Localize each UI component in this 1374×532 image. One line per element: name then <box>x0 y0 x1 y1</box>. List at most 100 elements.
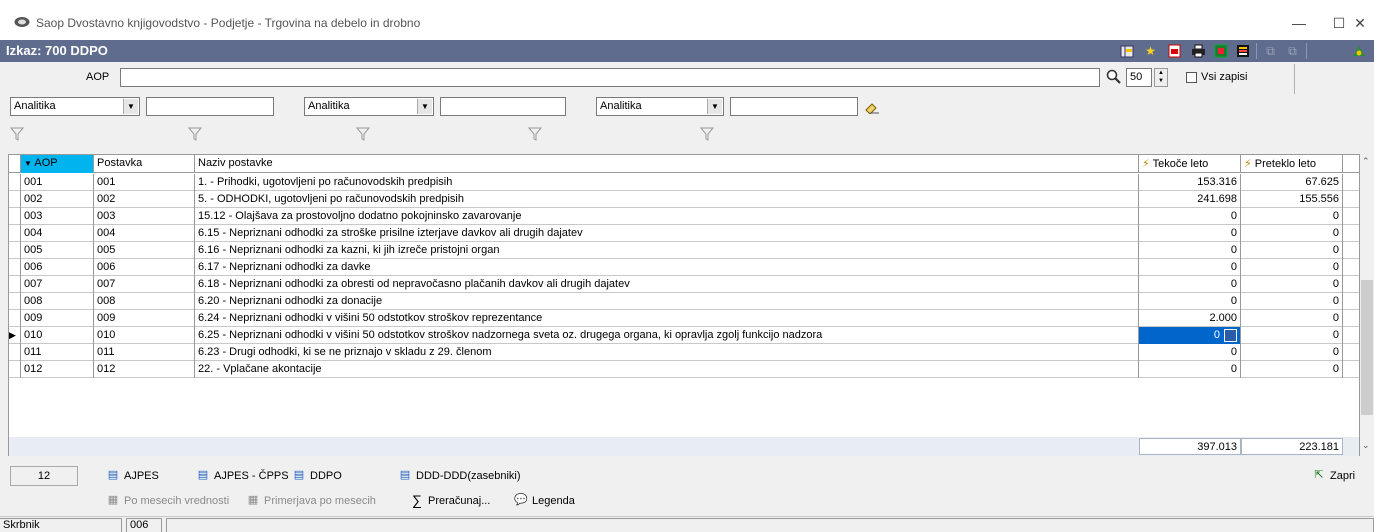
cell-tekoce-leto[interactable]: 0 <box>1139 344 1241 361</box>
cell-tekoce-leto[interactable]: 241.698 <box>1139 191 1241 208</box>
cell-aop[interactable]: 006 <box>21 259 94 276</box>
cell-aop[interactable]: 010 <box>21 327 94 344</box>
record-count-input[interactable]: 50 <box>1126 68 1152 87</box>
column-header-aop[interactable]: ▼ AOP <box>21 155 94 173</box>
po-mesecih-button[interactable]: ▦ Po mesecih vrednosti <box>106 494 229 507</box>
filter-funnel-icon[interactable] <box>528 127 542 141</box>
cell-naziv[interactable]: 6.23 - Drugi odhodki, ki se ne priznajo … <box>195 344 1139 361</box>
cell-postavka[interactable]: 011 <box>94 344 195 361</box>
scroll-up-icon[interactable]: ⌃ <box>1362 156 1370 167</box>
ddd-button[interactable]: ▤ DDD-DDD(zasebniki) <box>398 469 521 482</box>
columns-icon[interactable] <box>1118 43 1135 59</box>
table-row[interactable]: 009 009 6.24 - Nepriznani odhodki v višini… <box>9 310 1359 327</box>
count-spinner[interactable]: ▲ ▼ <box>1154 68 1168 87</box>
cell-naziv[interactable]: 6.17 - Nepriznani odhodki za davke <box>195 259 1139 276</box>
cell-postavka[interactable]: 008 <box>94 293 195 310</box>
cell-aop[interactable]: 002 <box>21 191 94 208</box>
cell-naziv[interactable]: 6.16 - Nepriznani odhodki za kazni, ki j… <box>195 242 1139 259</box>
column-header-naziv[interactable]: Naziv postavke <box>195 155 1139 173</box>
table-row[interactable]: 003 003 15.12 - Olajšava za prostovoljno d… <box>9 208 1359 225</box>
table-row[interactable]: ▶ 010 010 6.25 - Nepriznani odhodki v višin… <box>9 327 1359 344</box>
filter-combo-1[interactable]: Analitika ▼ <box>10 97 140 116</box>
table-row[interactable]: 007 007 6.18 - Nepriznani odhodki za obres… <box>9 276 1359 293</box>
cell-aop[interactable]: 003 <box>21 208 94 225</box>
cell-naziv[interactable]: 6.25 - Nepriznani odhodki v višini 50 od… <box>195 327 1139 344</box>
legenda-button[interactable]: 💬 Legenda <box>514 494 575 507</box>
cell-preteklo-leto[interactable]: 0 <box>1241 225 1343 242</box>
vertical-scrollbar[interactable]: ⌃ ⌄ <box>1360 154 1374 456</box>
close-window-button[interactable]: ✕ <box>1346 8 1374 38</box>
table-row[interactable]: 008 008 6.20 - Nepriznani odhodki za donac… <box>9 293 1359 310</box>
cell-preteklo-leto[interactable]: 0 <box>1241 327 1343 344</box>
favorite-star-icon[interactable]: ★ <box>1142 43 1159 59</box>
aop-search-input[interactable] <box>120 68 1100 87</box>
column-header-tekoce-leto[interactable]: ⚡ Tekoče leto <box>1139 155 1241 173</box>
cell-naziv[interactable]: 22. - Vplačane akontacije <box>195 361 1139 378</box>
cell-naziv[interactable]: 1. - Prihodki, ugotovljeni po računovods… <box>195 174 1139 191</box>
cell-aop[interactable]: 011 <box>21 344 94 361</box>
table-row[interactable]: 012 012 22. - Vplačane akontacije 0 0 <box>9 361 1359 378</box>
filter-funnel-icon[interactable] <box>700 127 714 141</box>
cell-tekoce-leto[interactable]: 0 <box>1139 361 1241 378</box>
cell-preteklo-leto[interactable]: 0 <box>1241 259 1343 276</box>
cell-postavka[interactable]: 003 <box>94 208 195 225</box>
cell-preteklo-leto[interactable]: 0 <box>1241 310 1343 327</box>
cell-postavka[interactable]: 006 <box>94 259 195 276</box>
cell-tekoce-leto[interactable]: 2.000 <box>1139 310 1241 327</box>
cell-preteklo-leto[interactable]: 0 <box>1241 361 1343 378</box>
cell-postavka[interactable]: 004 <box>94 225 195 242</box>
cell-postavka[interactable]: 009 <box>94 310 195 327</box>
cell-naziv[interactable]: 6.24 - Nepriznani odhodki v višini 50 od… <box>195 310 1139 327</box>
filter-combo-2[interactable]: Analitika ▼ <box>304 97 434 116</box>
cell-postavka[interactable]: 005 <box>94 242 195 259</box>
cell-preteklo-leto[interactable]: 0 <box>1241 208 1343 225</box>
cell-postavka[interactable]: 002 <box>94 191 195 208</box>
cell-naziv[interactable]: 6.15 - Nepriznani odhodki za stroške pri… <box>195 225 1139 242</box>
eraser-icon[interactable] <box>864 102 880 115</box>
cell-tekoce-leto[interactable]: 0 <box>1139 242 1241 259</box>
scroll-down-icon[interactable]: ⌄ <box>1362 440 1370 451</box>
filter-combo-3[interactable]: Analitika ▼ <box>596 97 724 116</box>
filter-funnel-icon[interactable] <box>188 127 202 141</box>
cell-preteklo-leto[interactable]: 0 <box>1241 242 1343 259</box>
exit-icon[interactable] <box>1350 43 1367 59</box>
table-row[interactable]: 004 004 6.15 - Nepriznani odhodki za stroš… <box>9 225 1359 242</box>
cell-tekoce-leto[interactable]: 0 <box>1139 208 1241 225</box>
all-records-checkbox[interactable] <box>1186 72 1197 83</box>
cell-preteklo-leto[interactable]: 155.556 <box>1241 191 1343 208</box>
cell-aop[interactable]: 005 <box>21 242 94 259</box>
table-row[interactable]: 005 005 6.16 - Nepriznani odhodki za kazni… <box>9 242 1359 259</box>
column-header-postavka[interactable]: Postavka <box>94 155 195 173</box>
filter-input-3[interactable] <box>730 97 858 116</box>
cell-naziv[interactable]: 15.12 - Olajšava za prostovoljno dodatno… <box>195 208 1139 225</box>
cell-tekoce-leto[interactable]: 0 <box>1139 259 1241 276</box>
cell-postavka[interactable]: 001 <box>94 174 195 191</box>
primerjava-button[interactable]: ▦ Primerjava po mesecih <box>246 494 376 507</box>
print-icon[interactable] <box>1190 43 1207 59</box>
cell-aop[interactable]: 008 <box>21 293 94 310</box>
preracunaj-button[interactable]: ∑ Preračunaj... <box>410 493 490 507</box>
cell-aop[interactable]: 004 <box>21 225 94 242</box>
cell-aop[interactable]: 001 <box>21 174 94 191</box>
cell-naziv[interactable]: 5. - ODHODKI, ugotovljeni po računovodsk… <box>195 191 1139 208</box>
cell-aop[interactable]: 009 <box>21 310 94 327</box>
cell-preteklo-leto[interactable]: 0 <box>1241 276 1343 293</box>
cell-tekoce-leto[interactable]: 0 <box>1139 225 1241 242</box>
table-row[interactable]: 011 011 6.23 - Drugi odhodki, ki se ne pri… <box>9 344 1359 361</box>
filter-funnel-icon[interactable] <box>356 127 370 141</box>
filter-input-2[interactable] <box>440 97 566 116</box>
cell-naziv[interactable]: 6.18 - Nepriznani odhodki za obresti od … <box>195 276 1139 293</box>
settings-list-icon[interactable] <box>1234 43 1251 59</box>
table-row[interactable]: 006 006 6.17 - Nepriznani odhodki za davke… <box>9 259 1359 276</box>
cell-preteklo-leto[interactable]: 0 <box>1241 293 1343 310</box>
scrollbar-thumb[interactable] <box>1361 280 1373 415</box>
cell-aop[interactable]: 007 <box>21 276 94 293</box>
column-header-preteklo-leto[interactable]: ⚡ Preteklo leto <box>1241 155 1343 173</box>
pdf-export-icon[interactable] <box>1166 43 1183 59</box>
filter-input-1[interactable] <box>146 97 274 116</box>
cell-postavka[interactable]: 007 <box>94 276 195 293</box>
cell-preteklo-leto[interactable]: 67.625 <box>1241 174 1343 191</box>
cell-postavka[interactable]: 010 <box>94 327 195 344</box>
cell-aop[interactable]: 012 <box>21 361 94 378</box>
calculator-icon[interactable] <box>1224 329 1237 342</box>
